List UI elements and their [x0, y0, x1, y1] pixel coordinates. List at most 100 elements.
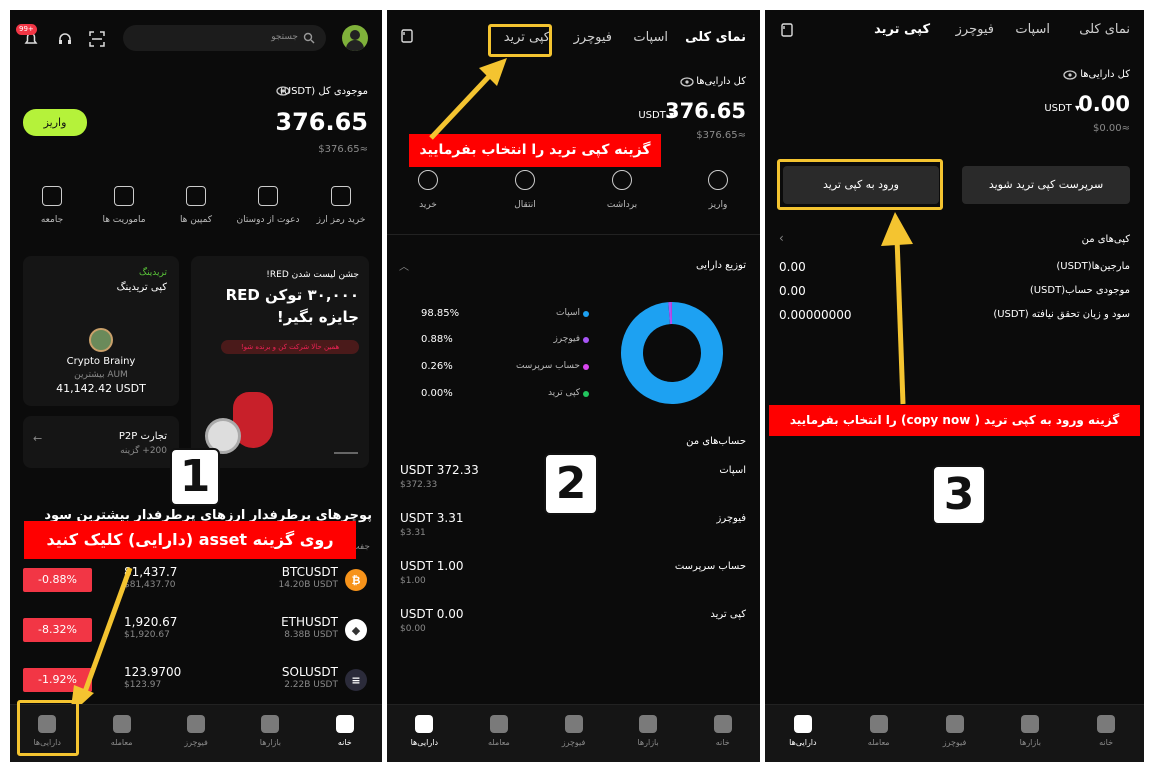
account-value: USDT 0.00: [400, 607, 464, 621]
tab-futures[interactable]: فیوچرز: [574, 30, 612, 45]
account-name[interactable]: اسپات: [719, 465, 746, 476]
tab-overview[interactable]: نمای کلی: [1079, 22, 1130, 37]
tab-assets[interactable]: دارایی‌ها: [394, 715, 454, 747]
solana-icon: ≡: [345, 669, 367, 691]
highlight-copy-trade-tab: [488, 24, 552, 57]
dist-dot: [583, 391, 589, 397]
eye-icon[interactable]: [275, 85, 291, 97]
invite-friends-icon[interactable]: [258, 186, 278, 206]
tab-label: فیوچرز: [561, 738, 586, 747]
dist-dot: [583, 311, 589, 317]
document-icon[interactable]: [399, 28, 415, 44]
search-icon: [302, 31, 316, 45]
account-value-usd: $1.00: [400, 576, 426, 586]
assets-unit[interactable]: USDT ▾: [638, 110, 674, 121]
missions-label: ماموریت ها: [102, 215, 146, 225]
pair-volume: 14.20B USDT: [278, 580, 338, 590]
trade-icon: [112, 715, 131, 733]
tab-assets[interactable]: دارایی‌ها: [773, 715, 833, 747]
balance-value: 376.65: [275, 108, 368, 136]
donut-slice: [621, 302, 723, 404]
promo-line2: ۳۰,۰۰۰ توکن RED: [225, 286, 359, 304]
eye-icon[interactable]: [679, 76, 695, 88]
trader-name: Crypto Brainy: [66, 356, 136, 367]
assets-unit[interactable]: USDT ▾: [1044, 103, 1080, 114]
tab-trade[interactable]: معامله: [849, 715, 909, 747]
tab-label: فیوچرز: [184, 738, 208, 747]
accounts-title: حساب‌های من: [686, 436, 746, 447]
futures-icon: [945, 715, 964, 733]
account-name[interactable]: فیوچرز: [717, 513, 747, 524]
account-name[interactable]: حساب سرپرست: [675, 561, 746, 572]
pointer-arrow: [881, 212, 913, 405]
tab-label: معامله: [487, 738, 510, 747]
copy-card-tag: تریدینگ: [139, 268, 167, 278]
p2p-card[interactable]: تجارت P2P 200+ گزینه ←: [23, 416, 179, 468]
campaigns-icon[interactable]: [186, 186, 206, 206]
tab-futures[interactable]: فیوچرز: [925, 715, 985, 747]
assets-label: کل دارایی‌ها: [1080, 69, 1130, 80]
dist-name: حساب سرپرست: [515, 361, 580, 371]
eye-icon[interactable]: [1062, 69, 1078, 81]
scan-icon[interactable]: [86, 28, 108, 50]
aum-label: بیشترین AUM: [74, 370, 128, 380]
tab-spot[interactable]: اسپات: [633, 30, 668, 45]
tab-markets[interactable]: بازارها: [1000, 715, 1060, 747]
promo-pill: همین حالا شرکت کن و برنده شو!: [221, 340, 359, 354]
stat-value: 0.00000000: [779, 308, 852, 322]
tab-markets[interactable]: بازارها: [618, 715, 678, 747]
instruction-banner-3: گزینه ورود به کپی ترید ( copy now) را ان…: [769, 405, 1140, 436]
buy-icon[interactable]: [418, 170, 438, 190]
assets-overview-screen: نمای کلی اسپات فیوچرز کپی ترید کل دارایی‌ها…: [387, 10, 760, 762]
account-value-usd: $372.33: [400, 480, 438, 490]
pair-name[interactable]: ETHUSDT: [281, 615, 338, 629]
tab-futures[interactable]: فیوچرز: [166, 715, 226, 747]
tab-copy-trade[interactable]: کپی ترید: [874, 22, 930, 37]
campaigns-label: کمپین ها: [179, 215, 213, 225]
tab-label: معامله: [110, 738, 133, 747]
deposit-icon[interactable]: [708, 170, 728, 190]
buy-crypto-icon[interactable]: [331, 186, 351, 206]
tab-overview[interactable]: نمای کلی: [685, 30, 746, 45]
tab-home[interactable]: خانه: [693, 715, 753, 747]
promo-card[interactable]: جشن لیست شدن RED! ۳۰,۰۰۰ توکن RED جایزه …: [191, 256, 369, 468]
pointer-arrow: [70, 567, 133, 715]
transfer-label: انتقال: [514, 200, 536, 210]
dist-pct: 98.85%: [421, 308, 460, 319]
avatar[interactable]: [342, 25, 368, 51]
home-icon: [335, 715, 354, 733]
account-name[interactable]: کپی ترید: [710, 609, 746, 620]
pair-name[interactable]: SOLUSDT: [282, 665, 338, 679]
tab-home[interactable]: خانه: [315, 715, 375, 747]
tab-trade[interactable]: معامله: [92, 715, 152, 747]
tab-label: بازارها: [1019, 738, 1041, 747]
become-supervisor-button[interactable]: سرپرست کپی ترید شوید: [962, 166, 1130, 204]
search-input[interactable]: جستجو: [123, 25, 326, 51]
deposit-button[interactable]: واریز: [23, 109, 87, 136]
transfer-icon[interactable]: [515, 170, 535, 190]
chevron-up-icon[interactable]: ︿: [399, 258, 409, 273]
p2p-title: تجارت P2P: [118, 431, 167, 442]
tab-futures[interactable]: فیوچرز: [544, 715, 604, 747]
tab-futures[interactable]: فیوچرز: [956, 22, 994, 37]
missions-icon[interactable]: [114, 186, 134, 206]
tab-home[interactable]: خانه: [1076, 715, 1136, 747]
copy-trading-card[interactable]: تریدینگ کپی تریدینگ Crypto Brainy بیشتری…: [23, 256, 179, 406]
arrow-left-icon: ←: [33, 432, 43, 445]
bottom-tab-bar: خانه بازارها فیوچرز معامله دارایی‌ها: [765, 704, 1144, 762]
withdraw-icon[interactable]: [612, 170, 632, 190]
chevron-left-icon[interactable]: ‹: [779, 231, 784, 245]
headset-icon[interactable]: [54, 28, 76, 50]
community-icon[interactable]: [42, 186, 62, 206]
assets-approx: $0.00≈: [1092, 123, 1130, 134]
promo-line1: جشن لیست شدن RED!: [266, 270, 359, 280]
tab-trade[interactable]: معامله: [469, 715, 529, 747]
tab-markets[interactable]: بازارها: [240, 715, 300, 747]
withdraw-label: برداشت: [606, 200, 638, 210]
pair-name[interactable]: BTCUSDT: [282, 565, 338, 579]
bottom-tab-bar: خانه بازارها فیوچرز معامله دارایی‌ها: [387, 704, 760, 762]
document-icon[interactable]: [779, 22, 795, 38]
tab-label: بازارها: [259, 738, 282, 747]
invite-friends-label: دعوت از دوستان: [236, 215, 300, 225]
tab-spot[interactable]: اسپات: [1015, 22, 1050, 37]
